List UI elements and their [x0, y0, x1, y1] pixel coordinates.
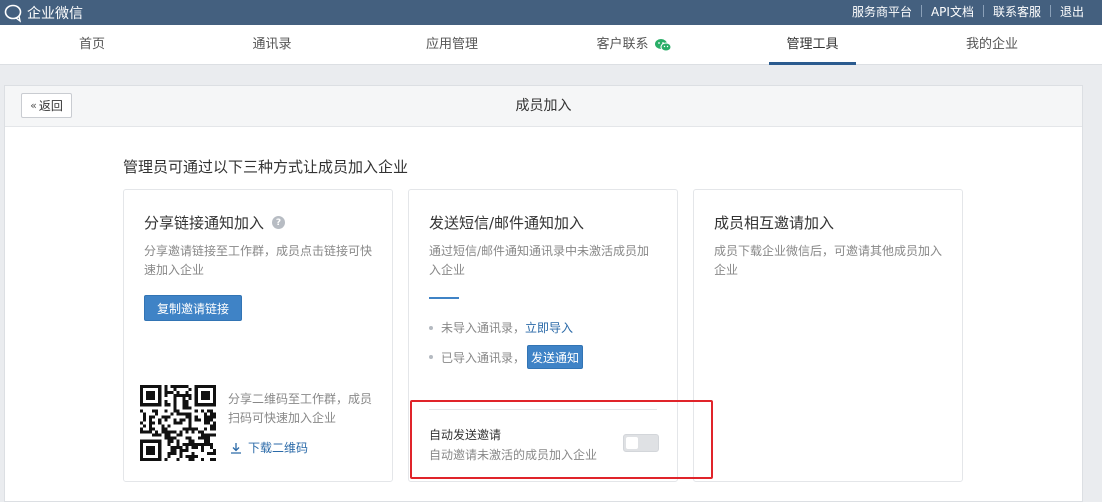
nav-item-label: 我的企业 — [965, 37, 1018, 52]
list-item: 未导入通讯录， 立即导入 — [429, 319, 573, 336]
copy-invite-link-button[interactable]: 复制邀请链接 — [144, 295, 242, 321]
card-title-text: 发送短信/邮件通知加入 — [429, 214, 585, 232]
api-docs-link[interactable]: API文档 — [931, 3, 974, 20]
mutual-invite-card: 成员相互邀请加入 成员下载企业微信后，可邀请其他成员加入企业 — [693, 189, 963, 482]
send-notification-button[interactable]: 发送通知 — [527, 345, 584, 369]
card-title-text: 成员相互邀请加入 — [714, 214, 835, 232]
help-icon[interactable]: ? — [272, 216, 286, 229]
accent-divider — [429, 297, 459, 299]
nav-item-admin-tools[interactable]: 管理工具 — [769, 25, 856, 65]
wechat-icon — [654, 38, 671, 51]
wework-logo-icon — [4, 4, 22, 23]
highlight-box — [410, 400, 713, 479]
service-platform-link[interactable]: 服务商平台 — [852, 3, 912, 20]
intro-text: 管理员可通过以下三种方式让成员加入企业 — [123, 158, 409, 176]
nav-item-my-company[interactable]: 我的企业 — [952, 25, 1032, 65]
download-icon — [231, 442, 241, 454]
card-description: 分享邀请链接至工作群，成员点击链接可快速加入企业 — [144, 244, 373, 277]
main-nav: 首页 通讯录 应用管理 客户联系 管理工具 我的企业 — [0, 25, 1102, 65]
contact-support-link[interactable]: 联系客服 — [993, 3, 1041, 20]
bullet-icon — [429, 325, 433, 330]
divider — [920, 5, 922, 17]
card-title: 成员相互邀请加入 — [714, 212, 834, 233]
card-title: 分享链接通知加入 ? — [144, 212, 286, 233]
nav-item-home[interactable]: 首页 — [52, 25, 132, 65]
nav-item-label: 应用管理 — [425, 37, 478, 52]
qr-code-image — [140, 385, 216, 461]
active-tab-indicator — [769, 62, 856, 65]
qr-description: 分享二维码至工作群，成员扫码可快速加入企业 — [228, 392, 373, 425]
nav-item-label: 管理工具 — [786, 37, 839, 52]
bullet-text: 已导入通讯录， — [441, 350, 526, 365]
download-qr-link[interactable]: 下载二维码 — [230, 439, 308, 456]
top-bar: 企业微信 服务商平台 API文档 联系客服 退出 — [0, 0, 1102, 25]
card-description: 成员下载企业微信后，可邀请其他成员加入企业 — [714, 244, 943, 277]
card-title: 发送短信/邮件通知加入 — [429, 212, 584, 233]
import-now-link[interactable]: 立即导入 — [525, 319, 573, 336]
list-item: 已导入通讯录， 发送通知 — [429, 345, 584, 369]
divider — [1049, 5, 1051, 17]
card-description: 通过短信/邮件通知通讯录中未激活成员加入企业 — [429, 244, 650, 277]
nav-item-contacts[interactable]: 通讯录 — [232, 25, 312, 65]
nav-item-label: 首页 — [78, 37, 105, 52]
nav-item-label: 通讯录 — [252, 37, 292, 52]
nav-item-customer-contact[interactable]: 客户联系 — [584, 25, 684, 65]
share-link-card: 分享链接通知加入 ? 分享邀请链接至工作群，成员点击链接可快速加入企业 复制邀请… — [123, 189, 393, 482]
bullet-text: 未导入通讯录， — [441, 321, 526, 335]
nav-item-label: 客户联系 — [596, 37, 649, 52]
panel-header: « 返回 成员加入 — [5, 86, 1082, 127]
divider — [982, 5, 984, 17]
download-label: 下载二维码 — [248, 441, 309, 455]
card-title-text: 分享链接通知加入 — [144, 214, 265, 232]
top-links: 服务商平台 API文档 联系客服 退出 — [852, 0, 1084, 22]
page-title: 成员加入 — [515, 98, 572, 114]
nav-item-apps[interactable]: 应用管理 — [412, 25, 492, 65]
app-title: 企业微信 — [27, 5, 83, 22]
bullet-icon — [429, 355, 433, 359]
logout-link[interactable]: 退出 — [1060, 3, 1084, 20]
app-logo[interactable]: 企业微信 — [4, 0, 83, 25]
